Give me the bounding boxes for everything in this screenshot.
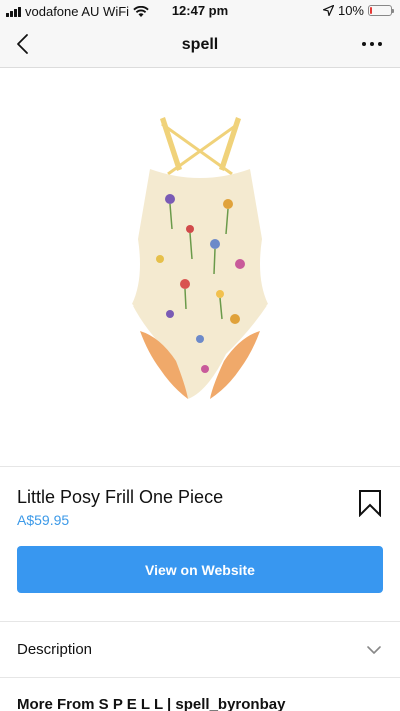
battery-icon: [368, 5, 394, 16]
product-info: Little Posy Frill One Piece A$59.95 View…: [0, 466, 400, 621]
chevron-down-icon[interactable]: [366, 642, 382, 658]
description-row[interactable]: Description: [0, 621, 400, 678]
swimsuit-illustration: [125, 117, 275, 399]
view-on-website-button[interactable]: View on Website: [17, 546, 383, 593]
more-dots-icon[interactable]: [362, 34, 382, 54]
more-from-heading: More From S P E L L | spell_byronbay: [17, 696, 286, 711]
product-price: A$59.95: [17, 512, 70, 528]
page-title[interactable]: spell: [0, 36, 400, 54]
product-name: Little Posy Frill One Piece: [17, 487, 224, 507]
status-right: 10%: [322, 3, 394, 18]
status-bar: vodafone AU WiFi 12:47 pm 10%: [0, 0, 400, 22]
product-image: [0, 69, 400, 466]
bookmark-icon[interactable]: [358, 489, 382, 517]
location-arrow-icon: [322, 5, 334, 16]
battery-percent: 10%: [337, 3, 364, 18]
battery-level: [370, 7, 372, 14]
nav-bar: spell: [0, 22, 400, 68]
description-label: Description: [17, 641, 93, 658]
